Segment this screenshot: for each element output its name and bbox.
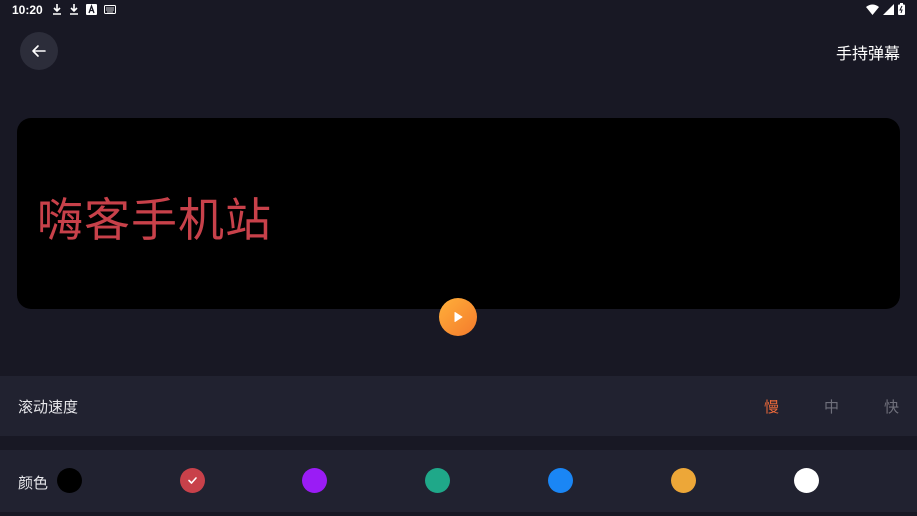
battery-icon bbox=[898, 3, 905, 15]
status-time: 10:20 bbox=[12, 3, 43, 17]
color-swatch-black[interactable] bbox=[57, 468, 82, 493]
wifi-icon bbox=[866, 4, 879, 15]
checkmark-icon bbox=[188, 477, 197, 484]
barrage-preview: 嗨客手机站 bbox=[17, 118, 900, 309]
arrow-left-icon bbox=[32, 45, 46, 57]
status-bar: 10:20 bbox=[0, 0, 917, 22]
play-button[interactable] bbox=[439, 298, 477, 336]
speed-option-medium[interactable]: 中 bbox=[824, 396, 839, 417]
speed-option-slow[interactable]: 慢 bbox=[764, 396, 779, 417]
notification-icons bbox=[52, 3, 116, 15]
color-label: 颜色 bbox=[18, 474, 49, 492]
speed-label: 滚动速度 bbox=[18, 398, 79, 416]
color-swatch-orange[interactable] bbox=[671, 468, 696, 493]
a-icon bbox=[86, 3, 97, 15]
color-swatch-white[interactable] bbox=[794, 468, 819, 493]
page-title: 手持弹幕 bbox=[835, 44, 900, 63]
system-icons bbox=[866, 3, 905, 15]
back-button[interactable] bbox=[20, 32, 58, 70]
signal-icon bbox=[883, 3, 894, 15]
speed-setting-row: 滚动速度 慢 中 快 bbox=[0, 376, 917, 436]
color-swatch-purple[interactable] bbox=[302, 468, 327, 493]
color-swatch-red[interactable] bbox=[180, 468, 205, 493]
play-icon bbox=[454, 312, 463, 322]
barrage-text: 嗨客手机站 bbox=[37, 193, 272, 247]
color-swatch-blue[interactable] bbox=[548, 468, 573, 493]
color-setting-row: 颜色 bbox=[0, 450, 917, 512]
keyboard-icon bbox=[104, 4, 116, 14]
download-icon bbox=[53, 4, 61, 15]
color-swatch-teal[interactable] bbox=[425, 468, 450, 493]
speed-option-fast[interactable]: 快 bbox=[884, 396, 899, 417]
download-icon bbox=[70, 4, 78, 15]
